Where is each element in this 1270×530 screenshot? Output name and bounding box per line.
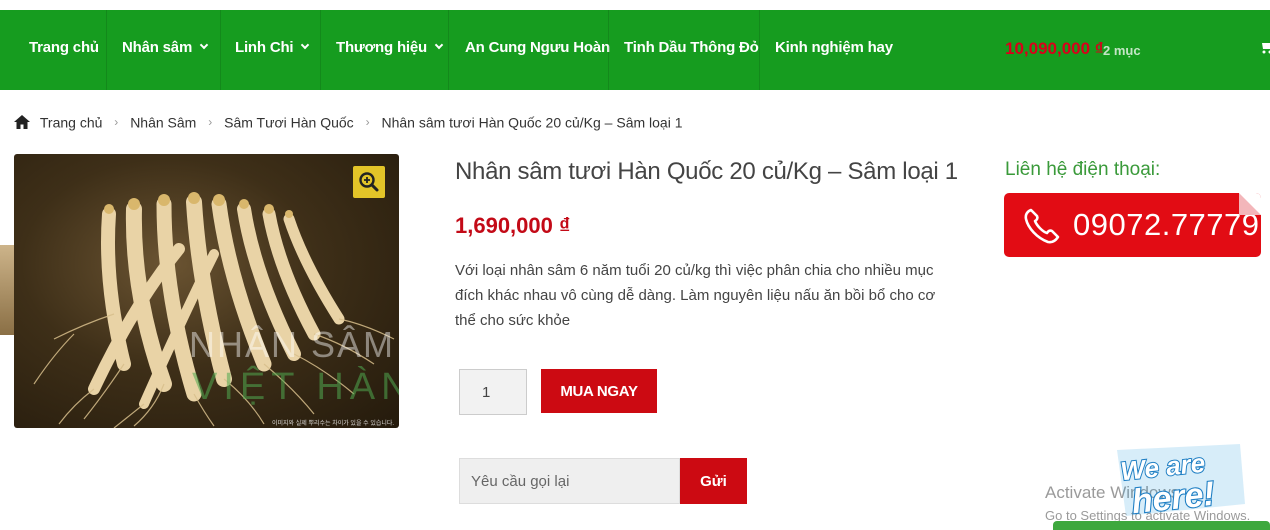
nav-item-tinh-dau[interactable]: Tinh Dầu Thông Đỏ <box>624 10 759 90</box>
quantity-input[interactable] <box>459 369 527 415</box>
breadcrumb-category[interactable]: Nhân Sâm <box>130 114 196 130</box>
phone-number: 09072.77779 <box>1073 207 1260 242</box>
phone-icon <box>1024 208 1060 244</box>
nav-divider <box>106 10 107 90</box>
cart-total[interactable]: 10,090,000 ₫ <box>1005 10 1104 90</box>
buy-now-button[interactable]: MUA NGAY <box>541 369 657 413</box>
breadcrumb-separator: › <box>365 115 370 130</box>
main-navigation: Trang chủ Nhân sâm Linh Chi Thương hiệu … <box>0 10 1270 90</box>
breadcrumb-home[interactable]: Trang chủ <box>40 114 103 130</box>
nav-item-kinh-nghiem[interactable]: Kinh nghiệm hay <box>775 10 893 90</box>
nav-divider <box>448 10 449 90</box>
chevron-down-icon <box>434 40 444 50</box>
send-button[interactable]: Gửi <box>680 458 747 504</box>
nav-divider <box>608 10 609 90</box>
nav-item-thuong-hieu[interactable]: Thương hiệu <box>336 10 444 90</box>
nav-item-label: Linh Chi <box>235 39 294 56</box>
nav-item-label: An Cung Ngưu Hoàn <box>465 39 610 56</box>
product-image[interactable]: NHÂN SÂM VIỆT HÀN 이미지와 실제 뿌리수는 차이가 있을 수 … <box>14 154 399 428</box>
folded-corner <box>1239 193 1261 215</box>
top-spacer <box>0 0 1270 10</box>
nav-item-an-cung[interactable]: An Cung Ngưu Hoàn <box>465 10 610 90</box>
nav-divider <box>759 10 760 90</box>
chat-widget-tab[interactable] <box>1053 521 1270 530</box>
breadcrumb-current: Nhân sâm tươi Hàn Quốc 20 củ/Kg – Sâm lo… <box>381 114 683 131</box>
breadcrumb-subcategory[interactable]: Sâm Tươi Hàn Quốc <box>224 114 354 130</box>
nav-item-linh-chi[interactable]: Linh Chi <box>235 10 310 90</box>
we-are-here-chat-badge[interactable]: We are here! <box>1112 442 1252 520</box>
product-price: 1,690,000 ₫ <box>455 213 571 238</box>
nav-item-label: Tinh Dầu Thông Đỏ <box>624 39 759 56</box>
product-title: Nhân sâm tươi Hàn Quốc 20 củ/Kg – Sâm lo… <box>455 158 958 185</box>
nav-item-nhan-sam[interactable]: Nhân sâm <box>122 10 209 90</box>
breadcrumb-separator: › <box>114 115 119 130</box>
nav-item-home[interactable]: Trang chủ <box>29 10 99 90</box>
nav-divider <box>320 10 321 90</box>
magnifier-zoom-icon <box>359 172 379 192</box>
breadcrumb: Trang chủ › Nhân Sâm › Sâm Tươi Hàn Quốc… <box>14 113 683 131</box>
watermark-top: NHÂN SÂM <box>189 324 396 365</box>
nav-item-label: Nhân sâm <box>122 39 193 56</box>
zoom-button[interactable] <box>353 166 385 198</box>
call-phone-button[interactable]: 09072.77779 <box>1004 193 1261 257</box>
nav-item-label: Trang chủ <box>29 39 99 56</box>
breadcrumb-separator: › <box>208 115 213 130</box>
cart-item-count[interactable]: 2 mục <box>1103 10 1141 90</box>
nav-item-label: Thương hiệu <box>336 39 427 56</box>
chevron-down-icon <box>199 40 209 50</box>
nav-divider <box>220 10 221 90</box>
nav-item-label: Kinh nghiệm hay <box>775 39 893 56</box>
watermark-bottom: VIỆT HÀN <box>192 366 399 408</box>
svg-text:here!: here! <box>1130 475 1217 520</box>
shopping-cart-icon[interactable] <box>1260 40 1270 54</box>
callback-request-input[interactable] <box>459 458 680 504</box>
product-description: Với loại nhân sâm 6 năm tuổi 20 củ/kg th… <box>455 262 936 329</box>
contact-label: Liên hệ điện thoại: <box>1005 159 1161 180</box>
chevron-down-icon <box>301 40 310 50</box>
image-disclaimer: 이미지와 실제 뿌리수는 차이가 있을 수 있습니다. <box>272 421 395 427</box>
home-icon <box>14 115 30 130</box>
